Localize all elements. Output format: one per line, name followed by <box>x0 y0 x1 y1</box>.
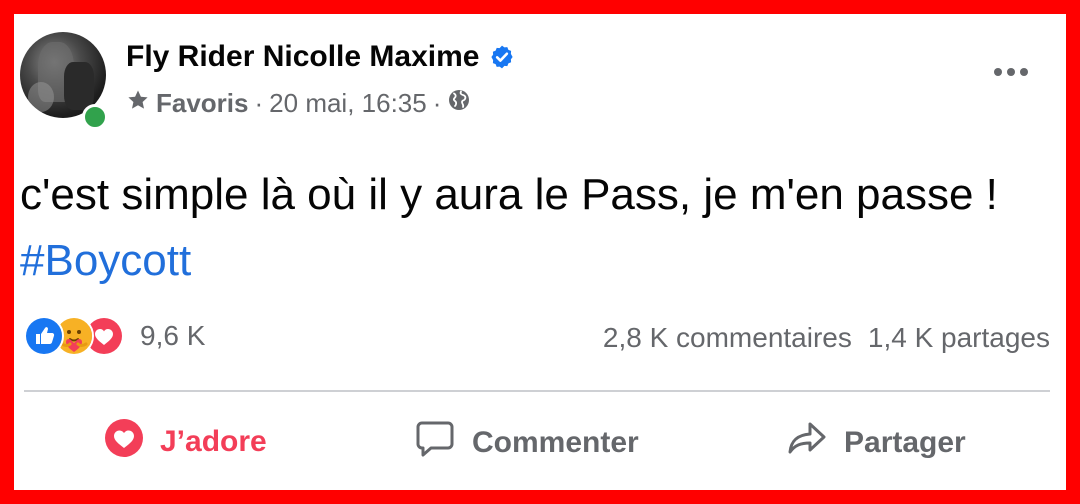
post-text: c'est simple là où il y aura le Pass, je… <box>20 162 1040 294</box>
action-bar: J’adore Commenter Partager <box>14 418 1066 468</box>
divider <box>24 390 1050 392</box>
online-status-dot <box>82 104 108 130</box>
comment-button-label: Commenter <box>472 426 639 459</box>
author-name[interactable]: Fly Rider Nicolle Maxime <box>126 40 479 74</box>
love-button[interactable]: J’adore <box>104 418 267 466</box>
share-arrow-icon <box>786 418 828 468</box>
post-card: Fly Rider Nicolle Maxime Favoris · 20 ma… <box>14 14 1066 490</box>
comments-count-link[interactable]: 2,8 K commentaires <box>603 322 852 354</box>
meta-separator: · <box>432 88 442 118</box>
reaction-count[interactable]: 9,6 K <box>140 320 205 352</box>
love-button-label: J’adore <box>160 425 267 458</box>
share-button[interactable]: Partager <box>786 418 966 468</box>
hashtag-link[interactable]: #Boycott <box>20 236 191 285</box>
comment-button[interactable]: Commenter <box>414 418 639 468</box>
post-timestamp[interactable]: 20 mai, 16:35 <box>269 88 427 119</box>
avatar-photo-shape <box>64 62 94 110</box>
avatar-photo-shape <box>28 82 54 112</box>
shares-count-link[interactable]: 1,4 K partages <box>868 322 1050 354</box>
meta-separator: · <box>254 88 264 118</box>
post-message: c'est simple là où il y aura le Pass, je… <box>20 170 998 219</box>
audience-favorites-label[interactable]: Favoris <box>156 88 249 119</box>
engagement-stats: 2,8 K commentaires 1,4 K partages <box>603 322 1050 354</box>
star-icon <box>126 88 150 119</box>
heart-icon <box>104 418 144 466</box>
post-header: Fly Rider Nicolle Maxime <box>126 40 515 74</box>
reaction-summary[interactable]: 9,6 K <box>24 316 205 356</box>
more-options-icon[interactable] <box>992 64 1030 80</box>
verified-badge-icon <box>489 44 515 70</box>
share-button-label: Partager <box>844 426 966 459</box>
comment-bubble-icon <box>414 418 456 468</box>
like-reaction-icon <box>24 316 64 356</box>
globe-icon[interactable] <box>447 88 471 119</box>
post-meta: Favoris · 20 mai, 16:35 · <box>126 88 471 119</box>
